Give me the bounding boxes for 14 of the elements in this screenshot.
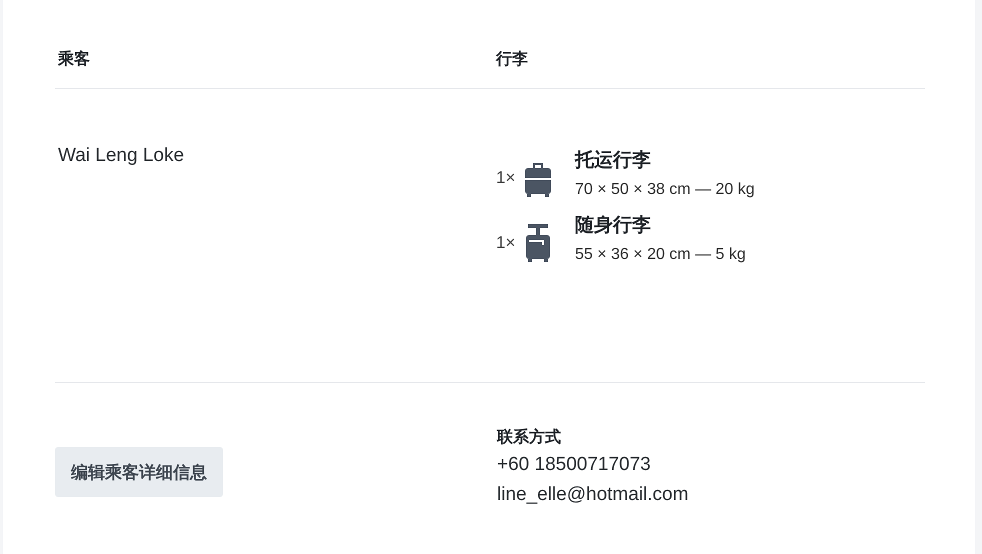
baggage-dimensions: 70 × 50 × 38 cm — 20 kg [575, 181, 755, 199]
quantity-label: 1× [495, 167, 516, 188]
baggage-dimensions: 55 × 36 × 20 cm — 5 kg [575, 246, 746, 264]
passenger-name: Wai Leng Loke [57, 145, 186, 167]
quantity-label: 1× [495, 232, 516, 253]
trolley-bag-icon [524, 223, 552, 263]
phone-number: +60 18500717073 [496, 454, 652, 476]
column-header: 乘客 [56, 49, 91, 70]
email-address: line_elle@hotmail.com [496, 484, 690, 506]
baggage-type: 托运行李 [575, 149, 652, 173]
column-header: 行李 [494, 50, 529, 70]
contact-label: 联系方式 [496, 427, 562, 448]
edit-passenger-button[interactable]: 编辑乘客详细信息 [55, 447, 223, 497]
baggage-type: 随身行李 [575, 214, 652, 238]
